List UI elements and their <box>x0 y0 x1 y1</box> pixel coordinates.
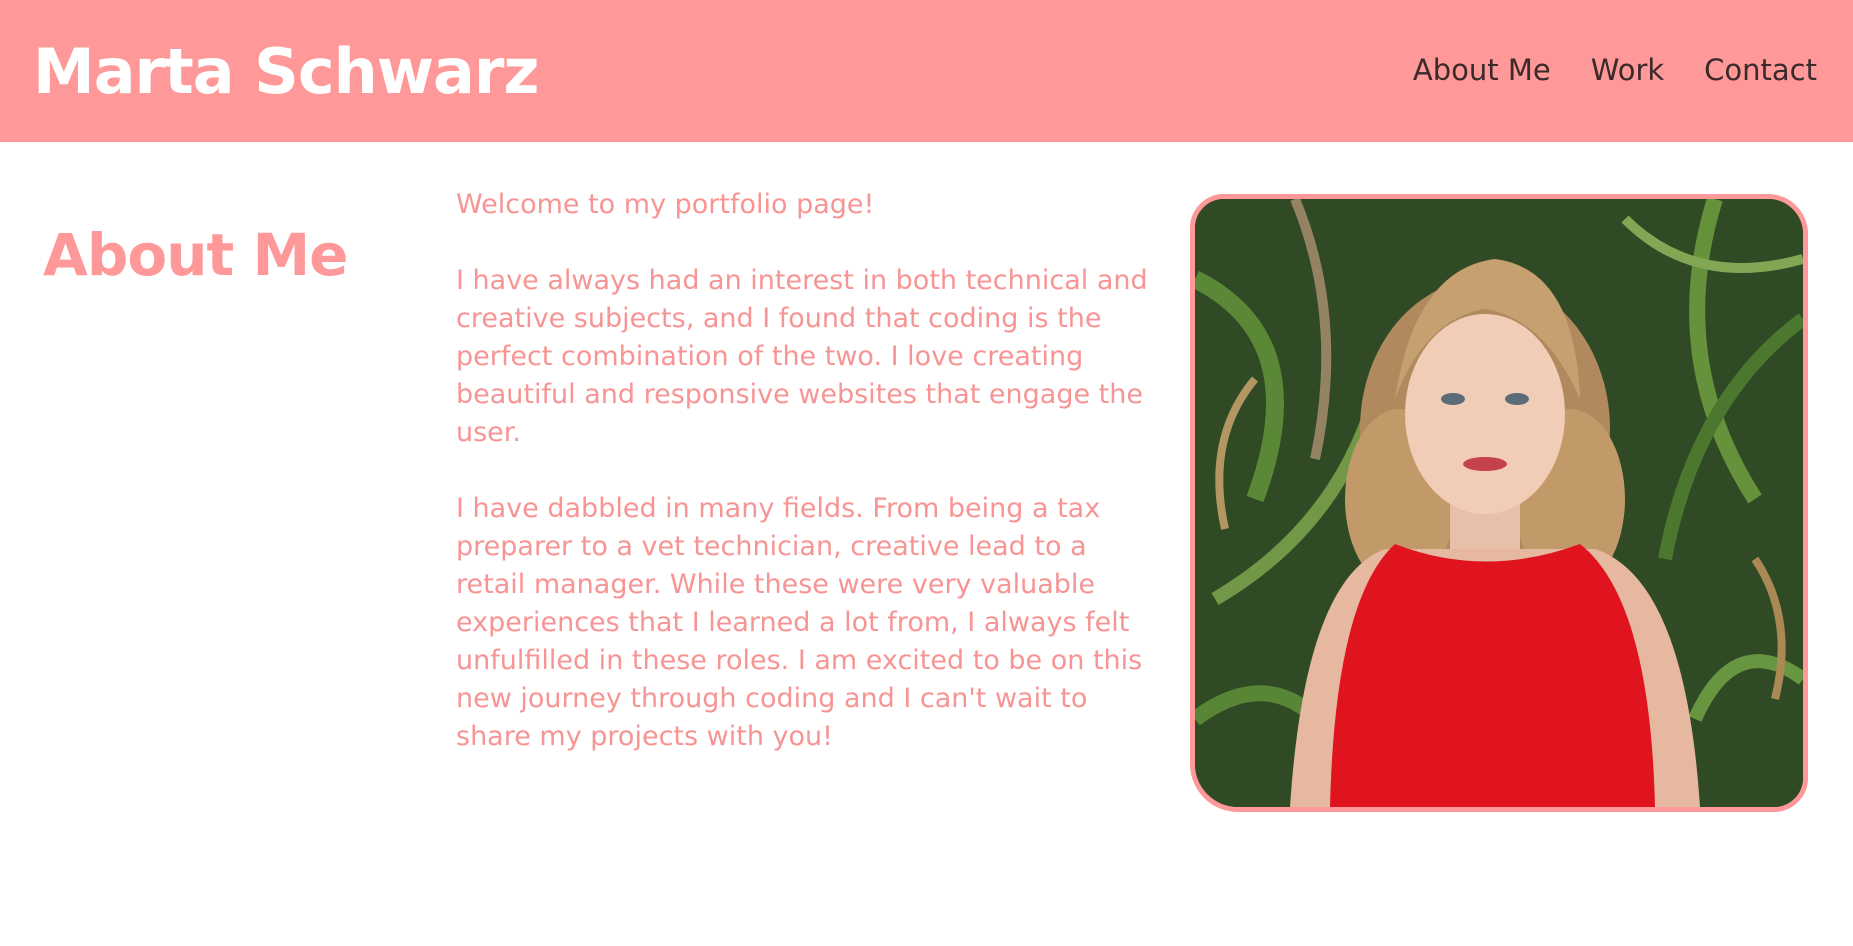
nav-link-about-me[interactable]: About Me <box>1413 50 1551 90</box>
portrait-photo <box>1190 194 1808 812</box>
main-nav: About Me Work Contact <box>1413 50 1817 90</box>
bio-paragraph-experience: I have dabbled in many fields. From bein… <box>456 493 1143 752</box>
portrait-photo-icon <box>1195 199 1803 807</box>
about-me-bio: Welcome to my portfolio page! I have alw… <box>456 186 1156 794</box>
bio-paragraph-welcome: Welcome to my portfolio page! <box>456 189 875 220</box>
nav-link-contact[interactable]: Contact <box>1704 50 1817 90</box>
bio-paragraph-interest: I have always had an interest in both te… <box>456 265 1148 448</box>
about-me-heading: About Me <box>43 221 349 289</box>
site-header: Marta Schwarz About Me Work Contact <box>0 0 1853 142</box>
nav-link-work[interactable]: Work <box>1591 50 1664 90</box>
site-title[interactable]: Marta Schwarz <box>33 36 539 108</box>
